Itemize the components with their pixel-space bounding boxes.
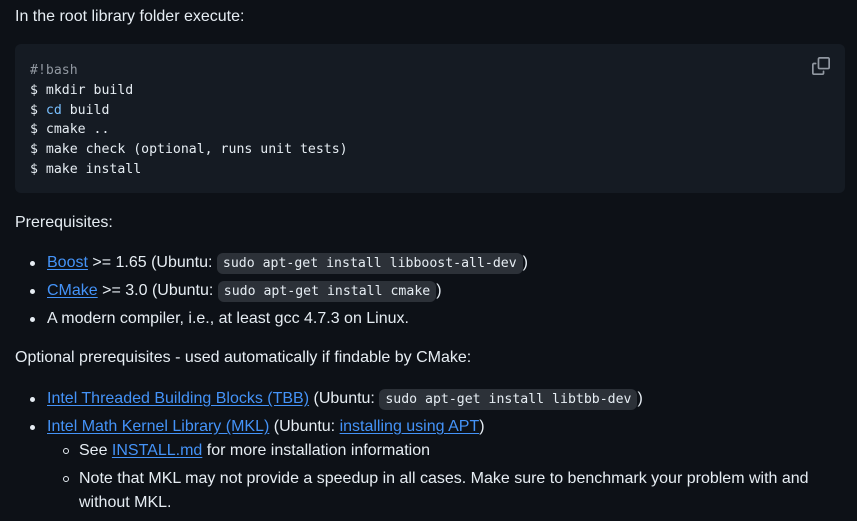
inline-code: sudo apt-get install libtbb-dev xyxy=(379,389,638,410)
list-item: Intel Threaded Building Blocks (TBB) (Ub… xyxy=(15,387,845,415)
prerequisites-heading: Prerequisites: xyxy=(15,214,113,231)
intro-text: In the root library folder execute: xyxy=(15,8,245,25)
code-content[interactable]: #!bash $ mkdir build $ cd build $ cmake .. $… xyxy=(30,61,348,180)
code-block[interactable]: #!bash $ mkdir build $ cd build $ cmake .. $… xyxy=(15,44,845,193)
code-builtin-cd: cd xyxy=(45,102,62,118)
code-line: $ cd build xyxy=(30,102,110,118)
inline-code: sudo apt-get install cmake xyxy=(217,281,437,302)
list-item: CMake >= 3.0 (Ubuntu: sudo apt-get insta… xyxy=(15,279,845,307)
list-item: Intel Math Kernel Library (MKL) (Ubuntu:… xyxy=(15,415,845,515)
install-md-link[interactable]: INSTALL.md xyxy=(112,442,202,459)
optional-heading: Optional prerequisites - used automatica… xyxy=(15,349,472,366)
copy-button[interactable] xyxy=(812,57,830,75)
boost-link[interactable]: Boost xyxy=(47,254,88,271)
code-line-shebang: #!bash xyxy=(30,63,78,78)
sub-list-item: See INSTALL.md for more installation inf… xyxy=(47,439,845,467)
tbb-link[interactable]: Intel Threaded Building Blocks (TBB) xyxy=(47,390,309,407)
readme-content: In the root library folder execute: #!ba… xyxy=(0,0,857,521)
mkl-link[interactable]: Intel Math Kernel Library (MKL) xyxy=(47,418,269,435)
copy-icon xyxy=(812,57,830,75)
code-line: $ make check (optional, runs unit tests) xyxy=(30,142,348,158)
cmake-link[interactable]: CMake xyxy=(47,282,98,299)
optional-list: Intel Threaded Building Blocks (TBB) (Ub… xyxy=(15,387,845,515)
sub-list-item: Note that MKL may not provide a speedup … xyxy=(47,467,824,515)
code-line: $ mkdir build xyxy=(30,82,134,98)
list-item: Boost >= 1.65 (Ubuntu: sudo apt-get inst… xyxy=(15,251,845,279)
list-item: A modern compiler, i.e., at least gcc 4.… xyxy=(15,307,845,331)
code-line: $ make install xyxy=(30,161,142,177)
prerequisites-list: Boost >= 1.65 (Ubuntu: sudo apt-get inst… xyxy=(15,251,845,331)
inline-code: sudo apt-get install libboost-all-dev xyxy=(216,253,523,274)
installing-apt-link[interactable]: installing using APT xyxy=(340,418,480,435)
mkl-sub-list: See INSTALL.md for more installation inf… xyxy=(47,439,845,515)
code-line: $ cmake .. xyxy=(30,122,110,138)
